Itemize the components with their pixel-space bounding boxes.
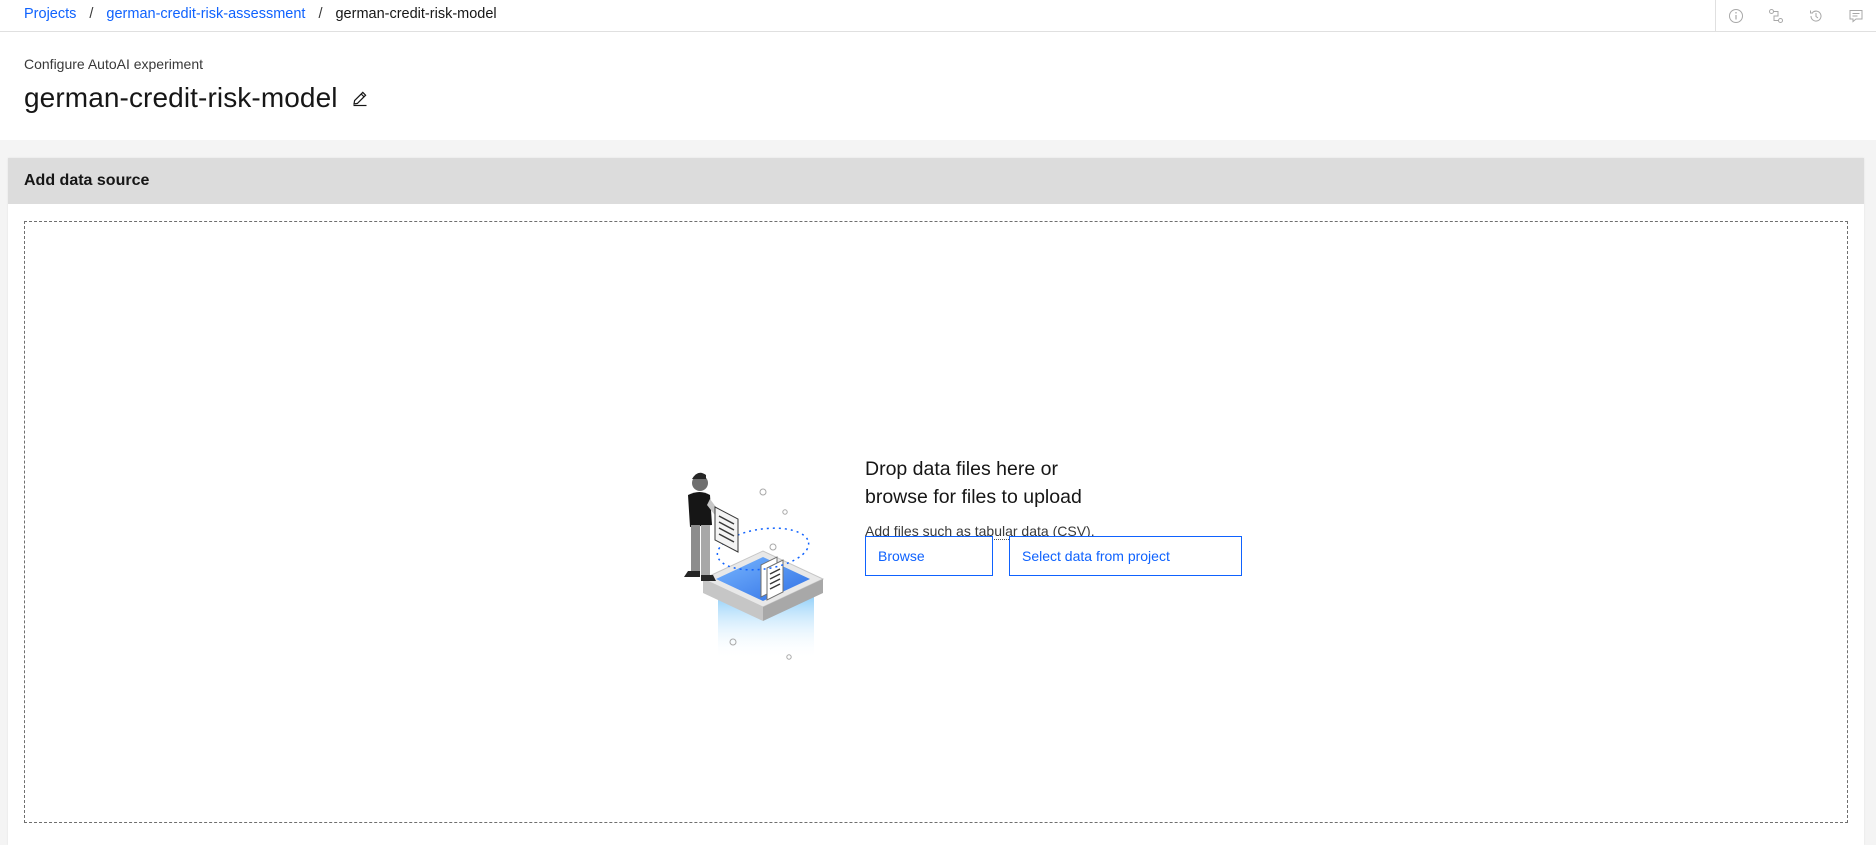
drop-heading: Drop data files here or browse for files… (865, 455, 1185, 511)
pipeline-icon (1769, 8, 1783, 23)
breadcrumb-separator: / (318, 6, 323, 22)
breadcrumb-separator: / (89, 6, 94, 22)
edit-title-button[interactable] (350, 88, 370, 108)
top-bar: Projects / german-credit-risk-assessment… (0, 0, 1876, 32)
drop-heading-line1: Drop data files here or (865, 458, 1058, 480)
file-drop-zone[interactable]: Drop data files here or browse for files… (24, 221, 1848, 823)
panel-title: Add data source (24, 172, 150, 189)
drop-heading-line2: browse for files to upload (865, 486, 1082, 508)
page-subtitle: Configure AutoAI experiment (24, 56, 203, 72)
comment-button[interactable] (1836, 0, 1876, 31)
info-button[interactable] (1716, 0, 1756, 31)
edit-icon (352, 91, 367, 107)
data-source-panel: Add data source Drop data files here or … (8, 158, 1864, 845)
history-icon (1810, 10, 1822, 22)
breadcrumb-projects-link[interactable]: Projects (24, 6, 76, 22)
pipeline-button[interactable] (1756, 0, 1796, 31)
title-row: german-credit-risk-model (24, 82, 370, 114)
select-data-from-project-button[interactable]: Select data from project (1009, 536, 1242, 576)
breadcrumb-current: german-credit-risk-model (335, 6, 497, 22)
history-button[interactable] (1796, 0, 1836, 31)
breadcrumb: Projects / german-credit-risk-assessment… (24, 4, 497, 24)
info-icon (1729, 8, 1743, 23)
drop-instructions: Drop data files here or browse for files… (865, 455, 1185, 540)
breadcrumb-project-link[interactable]: german-credit-risk-assessment (106, 6, 305, 22)
page-title: german-credit-risk-model (24, 82, 338, 113)
comment-icon (1849, 9, 1863, 23)
drop-actions: Browse Select data from project (865, 536, 1242, 576)
panel-header: Add data source (8, 158, 1864, 204)
page-header: Configure AutoAI experiment german-credi… (0, 32, 1876, 140)
browse-button[interactable]: Browse (865, 536, 993, 576)
upload-illustration (684, 472, 825, 660)
toolbar (1715, 0, 1876, 31)
